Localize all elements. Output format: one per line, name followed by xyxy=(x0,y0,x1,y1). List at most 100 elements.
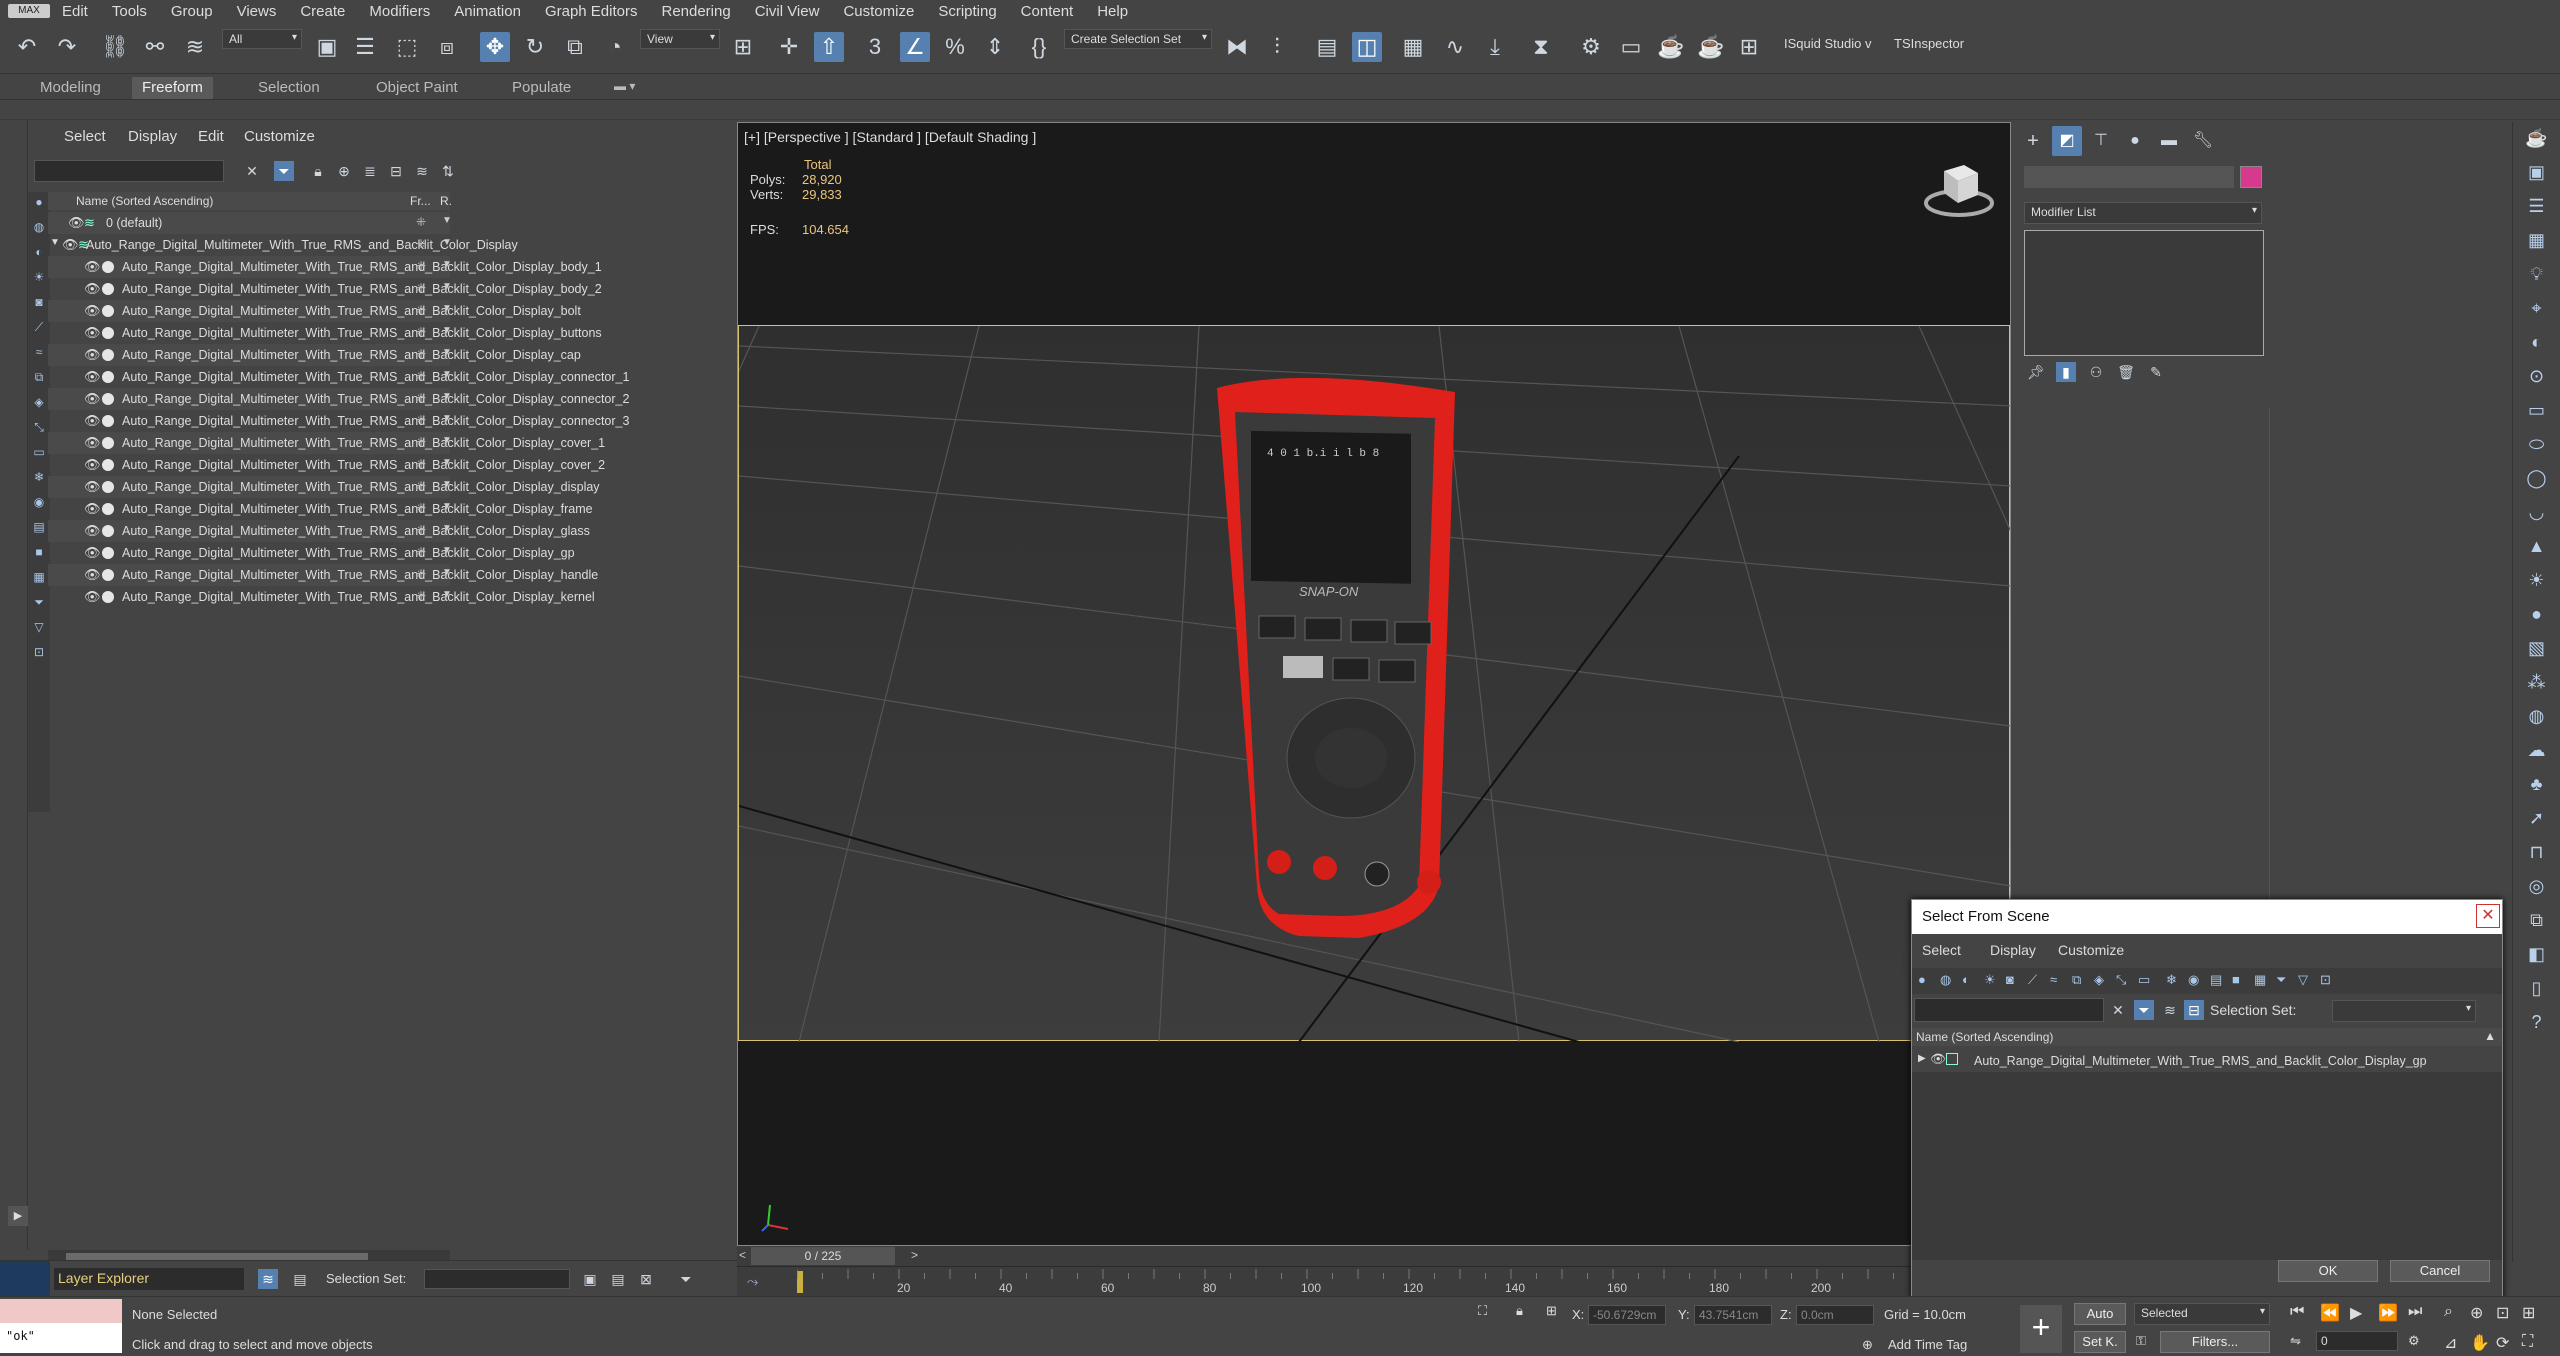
freeze-icon[interactable]: ⁜ xyxy=(416,457,426,471)
dialog-helpers-icon[interactable]: ⟋ xyxy=(2028,972,2037,988)
row-label[interactable]: Auto_Range_Digital_Multimeter_With_True_… xyxy=(122,326,602,340)
groups-icon[interactable]: ⧉ xyxy=(29,370,49,390)
freeze-icon[interactable]: ⁜ xyxy=(416,501,426,515)
freeze-icon[interactable]: ⁜ xyxy=(416,391,426,405)
geometry-icon[interactable]: ◍ xyxy=(29,220,49,240)
copy-icon[interactable]: ⧉ xyxy=(2524,910,2550,936)
visibility-eye-icon[interactable]: 👁︎ xyxy=(84,259,101,275)
dialog-shapes-icon[interactable]: ◐ xyxy=(1962,972,1970,987)
row-label[interactable]: Auto_Range_Digital_Multimeter_With_True_… xyxy=(122,370,629,384)
edit-named-selection-icon[interactable]: {} xyxy=(1024,32,1054,62)
menu-rendering[interactable]: Rendering xyxy=(661,3,730,20)
add-time-tag[interactable]: Add Time Tag xyxy=(1888,1337,1967,1352)
unlink-icon[interactable]: ⚯ xyxy=(140,32,170,62)
set-key-button[interactable]: Set K. xyxy=(2074,1331,2126,1353)
list-icon[interactable]: ☰ xyxy=(2524,196,2550,222)
row-dropdown-icon[interactable]: ▼ xyxy=(442,435,452,446)
play-icon[interactable]: ▶ xyxy=(2350,1303,2362,1323)
visibility-eye-icon[interactable]: 👁︎ xyxy=(84,347,101,363)
lights-icon[interactable]: ☀ xyxy=(29,270,49,290)
motion-tab-icon[interactable]: ● xyxy=(2120,126,2150,156)
object-row[interactable]: 👁︎ Auto_Range_Digital_Multimeter_With_Tru… xyxy=(48,476,600,498)
time-config-icon[interactable]: ⚙ xyxy=(2408,1333,2420,1349)
helpers-icon[interactable]: ⟋ xyxy=(29,320,49,340)
freeze-icon[interactable]: ⁜ xyxy=(416,369,426,383)
object-row[interactable]: 👁︎ Auto_Range_Digital_Multimeter_With_Tru… xyxy=(48,388,629,410)
row-label[interactable]: Auto_Range_Digital_Multimeter_With_True_… xyxy=(122,414,629,428)
menu-content[interactable]: Content xyxy=(1021,3,1074,20)
tab-object-paint[interactable]: Object Paint xyxy=(366,77,468,99)
plant-icon[interactable]: ♣ xyxy=(2524,774,2550,800)
display-tab-icon[interactable]: ▬ xyxy=(2154,126,2184,156)
next-frame-icon[interactable]: > xyxy=(911,1248,918,1262)
object-row[interactable]: 👁︎ Auto_Range_Digital_Multimeter_With_Tru… xyxy=(48,586,595,608)
sun-icon[interactable]: ☀ xyxy=(2524,570,2550,596)
dialog-list-item[interactable]: ▶ 👁︎ Auto_Range_Digital_Multimeter_With_… xyxy=(1912,1050,2502,1072)
dialog-hidden-icon[interactable]: ◉ xyxy=(2188,972,2199,988)
row-dropdown-icon[interactable]: ▼ xyxy=(442,281,452,292)
render-production-icon[interactable]: ☕ xyxy=(1656,32,1686,62)
select-object-icon[interactable]: ▣ xyxy=(312,32,342,62)
object-color-swatch[interactable] xyxy=(2240,166,2262,188)
layer-view-icon[interactable]: ▤ xyxy=(290,1269,310,1289)
maxscript-output[interactable]: "ok" xyxy=(0,1323,122,1353)
dialog-hierarchy-icon[interactable]: ⊟ xyxy=(2184,1000,2204,1020)
dialog-geometry-icon[interactable]: ◍ xyxy=(1940,972,1951,988)
dialog-containers-icon[interactable]: ▭ xyxy=(2138,972,2150,988)
key-mode-icon[interactable]: + xyxy=(2020,1305,2062,1353)
filter-icon[interactable]: ⏷ xyxy=(274,161,294,181)
material-editor-icon[interactable]: ⧗ xyxy=(1526,32,1556,62)
prev-key-icon[interactable]: ⏪ xyxy=(2320,1303,2340,1323)
dialog-column-header[interactable]: Name (Sorted Ascending) ▲ xyxy=(1912,1028,2502,1046)
freeze-icon[interactable]: ⁜ xyxy=(416,589,426,603)
select-by-name-icon[interactable]: ☰ xyxy=(350,32,380,62)
explorer-menu-select[interactable]: Select xyxy=(64,128,106,145)
isolate-icon[interactable]: ⛶ xyxy=(1478,1303,1487,1319)
dialog-influences-icon[interactable]: ▦ xyxy=(2254,972,2266,988)
hierarchy-tab-icon[interactable]: ⊤ xyxy=(2086,126,2116,156)
layer-row-model[interactable]: ▼ 👁︎ ≋ Auto_Range_Digital_Multimeter_With_T… xyxy=(48,234,518,256)
utilities-tab-icon[interactable]: 🔧︎ xyxy=(2188,126,2218,156)
column-render[interactable]: R. xyxy=(440,194,452,208)
remove-selection-icon[interactable]: ⊠ xyxy=(636,1269,656,1289)
goto-end-icon[interactable]: ⏭ xyxy=(2408,1303,2422,1321)
freeze-icon[interactable]: ⁜ xyxy=(416,413,426,427)
layer-stack-icon[interactable]: ≋ xyxy=(412,161,432,181)
current-frame-field[interactable]: 0 xyxy=(2316,1331,2398,1351)
filter-options-icon[interactable]: ⏷ xyxy=(29,595,49,615)
display-children-icon[interactable]: ▤ xyxy=(29,520,49,540)
visibility-eye-icon[interactable]: 👁︎ xyxy=(84,281,101,297)
object-row[interactable]: 👁︎ Auto_Range_Digital_Multimeter_With_Tru… xyxy=(48,520,590,542)
layer-sort-icon[interactable]: ≋ xyxy=(258,1269,278,1289)
key-filter-dropdown[interactable]: Selected xyxy=(2134,1303,2270,1325)
window-icon[interactable]: ▭ xyxy=(2524,400,2550,426)
visibility-eye-icon[interactable]: 👁︎ xyxy=(84,391,101,407)
pan-icon[interactable]: ✋ xyxy=(2470,1333,2490,1353)
object-row[interactable]: 👁︎ Auto_Range_Digital_Multimeter_With_Tru… xyxy=(48,542,575,564)
curve-editor-icon[interactable]: ∿ xyxy=(1440,32,1470,62)
tab-populate[interactable]: Populate xyxy=(502,77,581,99)
row-label[interactable]: Auto_Range_Digital_Multimeter_With_True_… xyxy=(122,436,605,450)
row-dropdown-icon[interactable]: ▼ xyxy=(442,545,452,556)
maximize-viewport-icon[interactable]: ⛶ xyxy=(2522,1333,2533,1351)
toggle-scene-explorer-icon[interactable]: ▤ xyxy=(1312,32,1342,62)
sort-asc-icon[interactable]: ▲ xyxy=(2484,1029,2496,1043)
doc-icon[interactable]: ▯ xyxy=(2524,978,2550,1004)
dialog-groups-icon[interactable]: ⧉ xyxy=(2072,972,2081,988)
snaps-toggle-icon[interactable]: 3 xyxy=(860,32,890,62)
schematic-view-icon[interactable]: ⤓ xyxy=(1480,32,1510,62)
freeze-icon[interactable]: ⁜ xyxy=(416,545,426,559)
selection-lock-icon[interactable]: 🔒︎ xyxy=(1516,1303,1523,1319)
maxscript-input[interactable] xyxy=(0,1299,122,1323)
dialog-spacewarps-icon[interactable]: ≈ xyxy=(2050,972,2057,987)
containers-icon[interactable]: ▭ xyxy=(29,445,49,465)
zoom-all-icon[interactable]: ⊕ xyxy=(2470,1303,2483,1323)
chair-icon[interactable]: ⊓ xyxy=(2524,842,2550,868)
named-selection-set-dropdown[interactable]: Create Selection Set xyxy=(1064,29,1212,49)
freeze-icon[interactable]: ⁜ xyxy=(416,347,426,361)
visibility-eye-icon[interactable]: 👁︎ xyxy=(62,237,79,253)
object-row[interactable]: 👁︎ Auto_Range_Digital_Multimeter_With_Tru… xyxy=(48,322,602,344)
load-selection-icon[interactable]: ▤ xyxy=(608,1269,628,1289)
ok-button[interactable]: OK xyxy=(2278,1260,2378,1282)
explorer-menu-edit[interactable]: Edit xyxy=(198,128,224,145)
